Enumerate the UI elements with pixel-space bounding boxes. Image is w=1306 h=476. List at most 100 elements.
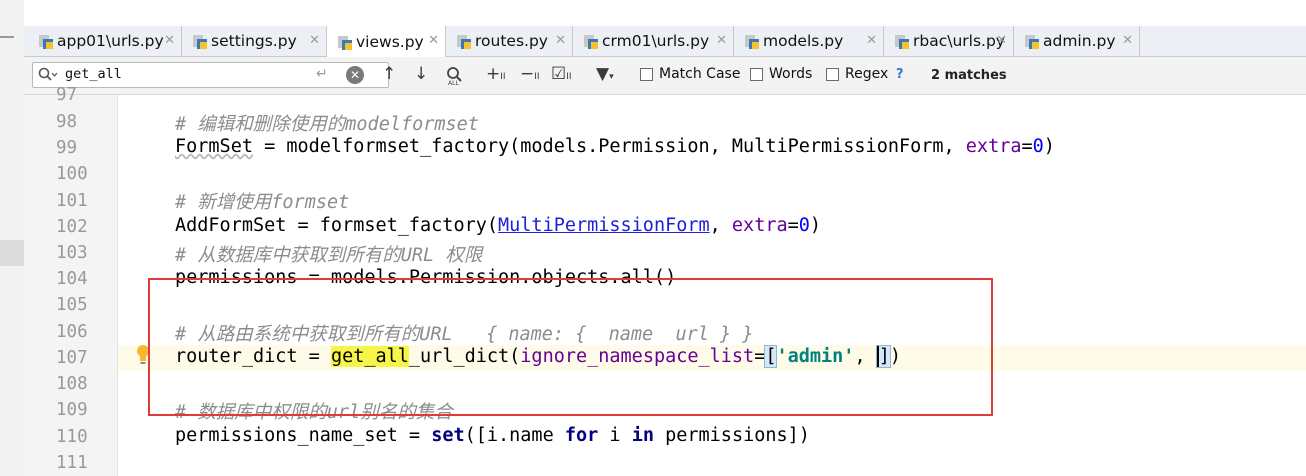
code-line-101[interactable]: # 新增使用formset — [175, 188, 349, 214]
tab-label: views.py — [356, 32, 424, 51]
tab-admin[interactable]: admin.py ✕ — [1014, 26, 1140, 56]
code-token: ) — [1043, 136, 1055, 157]
next-match-icon[interactable]: ↓ — [414, 64, 428, 84]
line-number: 100 — [56, 164, 88, 184]
code-builtin: set — [431, 425, 465, 446]
close-icon[interactable]: ✕ — [996, 33, 1007, 48]
tab-app01-urls[interactable]: app01\urls.py ✕ — [28, 26, 182, 56]
enter-icon: ↵ — [316, 66, 328, 82]
code-token: = modelformset_factory(models.Permission… — [252, 136, 966, 157]
line-number: 99 — [56, 138, 78, 158]
line-number: 106 — [56, 322, 88, 342]
tab-rbac-urls[interactable]: rbac\urls.py ✕ — [884, 26, 1014, 56]
python-file-icon — [39, 35, 53, 49]
code-token: = — [1021, 136, 1033, 157]
match-count: 2 matches — [931, 68, 1007, 83]
close-icon[interactable]: ✕ — [164, 33, 175, 48]
tab-label: rbac\urls.py — [913, 32, 1005, 50]
tab-label: app01\urls.py — [57, 32, 164, 50]
words-option[interactable]: Words — [750, 66, 812, 82]
match-case-checkbox[interactable] — [640, 67, 653, 81]
tab-label: routes.py — [475, 32, 548, 50]
close-icon[interactable]: ✕ — [309, 33, 320, 48]
line-number: 111 — [56, 453, 88, 473]
code-line-99[interactable]: FormSet = modelformset_factory(models.Pe… — [175, 136, 1055, 157]
code-keyword: in — [631, 425, 654, 446]
match-case-option[interactable]: Match Case — [640, 66, 740, 82]
line-number: 109 — [56, 400, 88, 420]
code-keyword: for — [564, 425, 599, 446]
words-label: Words — [769, 66, 813, 82]
tab-routes[interactable]: routes.py ✕ — [446, 26, 573, 56]
close-icon[interactable]: ✕ — [428, 33, 439, 48]
words-checkbox[interactable] — [750, 67, 763, 81]
code-number: 0 — [798, 215, 810, 236]
regex-help-link[interactable]: ? — [896, 67, 904, 82]
tab-settings[interactable]: settings.py ✕ — [182, 26, 327, 56]
remove-occurrence-icon[interactable]: −II — [520, 64, 540, 84]
code-comment: # 新增使用formset — [175, 192, 350, 213]
tab-models[interactable]: models.py ✕ — [734, 26, 884, 56]
code-line-98[interactable]: # 编辑和删除使用的modelformset — [175, 110, 479, 136]
line-number: 108 — [56, 374, 88, 394]
code-token: ) — [809, 215, 822, 236]
select-all-occurrences-icon[interactable]: ☑II — [551, 64, 572, 84]
tab-label: settings.py — [211, 32, 297, 50]
find-all-icon[interactable]: ALL — [445, 66, 465, 86]
close-icon[interactable]: ✕ — [555, 33, 566, 48]
python-file-icon — [457, 35, 471, 49]
code-kwarg: extra — [965, 136, 1022, 157]
code-token: i — [598, 425, 632, 446]
python-file-icon — [745, 35, 759, 49]
regex-checkbox[interactable] — [826, 67, 839, 81]
find-toolbar: get_all ↵ ✕ ↑ ↓ ALL +II −II ☑II ▼▾ Match… — [24, 57, 1306, 95]
regex-option[interactable]: Regex — [826, 66, 888, 82]
code-token: permissions]) — [653, 425, 810, 446]
python-file-icon — [584, 35, 598, 49]
line-number: 105 — [56, 295, 88, 315]
line-number: 101 — [56, 191, 88, 211]
python-file-icon — [1025, 35, 1039, 49]
code-line-102[interactable]: AddFormSet = formset_factory(MultiPermis… — [175, 215, 821, 236]
svg-text:ALL: ALL — [448, 80, 459, 86]
strip-selection-marker — [0, 240, 24, 266]
clear-search-icon[interactable]: ✕ — [346, 66, 364, 84]
code-token: ([i.name — [464, 425, 565, 446]
annotation-highlight-box — [148, 278, 993, 416]
code-line-110[interactable]: permissions_name_set = set([i.name for i… — [175, 425, 810, 446]
tab-label: models.py — [763, 32, 844, 50]
line-number: 104 — [56, 269, 88, 289]
python-file-icon — [338, 35, 352, 50]
previous-match-icon[interactable]: ↑ — [382, 64, 396, 84]
match-case-label: Match Case — [659, 66, 741, 82]
close-icon[interactable]: ✕ — [1122, 33, 1133, 48]
python-file-icon — [193, 35, 207, 49]
line-number: 98 — [56, 112, 78, 132]
editor-tab-bar: app01\urls.py ✕ settings.py ✕ views.py ✕… — [24, 26, 1306, 57]
tab-label: crm01\urls.py — [602, 32, 710, 50]
code-number: 0 — [1032, 136, 1044, 157]
close-icon[interactable]: ✕ — [716, 33, 727, 48]
code-token: = — [787, 215, 799, 236]
tab-crm01-urls[interactable]: crm01\urls.py ✕ — [573, 26, 734, 56]
add-occurrence-icon[interactable]: +II — [486, 64, 506, 84]
tab-label: admin.py — [1043, 32, 1116, 50]
line-number: 103 — [56, 243, 88, 263]
code-comment: # 从数据库中获取到所有的URL 权限 — [175, 245, 483, 266]
code-kwarg: extra — [731, 215, 788, 236]
line-number: 97 — [56, 85, 78, 105]
line-number: 102 — [56, 217, 88, 237]
strip-marker — [0, 36, 14, 38]
code-line-103[interactable]: # 从数据库中获取到所有的URL 权限 — [175, 241, 482, 267]
code-token: permissions_name_set = — [175, 425, 432, 446]
search-query: get_all — [65, 66, 122, 82]
regex-label: Regex — [845, 66, 889, 82]
python-file-icon — [895, 35, 909, 49]
line-number: 107 — [56, 348, 88, 368]
line-number-gutter: 97 98 99 100 101 102 103 104 105 106 107… — [24, 85, 118, 476]
close-icon[interactable]: ✕ — [866, 33, 877, 48]
filter-icon[interactable]: ▼▾ — [596, 64, 614, 84]
tab-views[interactable]: views.py ✕ — [327, 26, 446, 57]
code-reference-link[interactable]: MultiPermissionForm — [498, 215, 710, 236]
code-token: AddFormSet = formset_factory( — [175, 215, 499, 236]
